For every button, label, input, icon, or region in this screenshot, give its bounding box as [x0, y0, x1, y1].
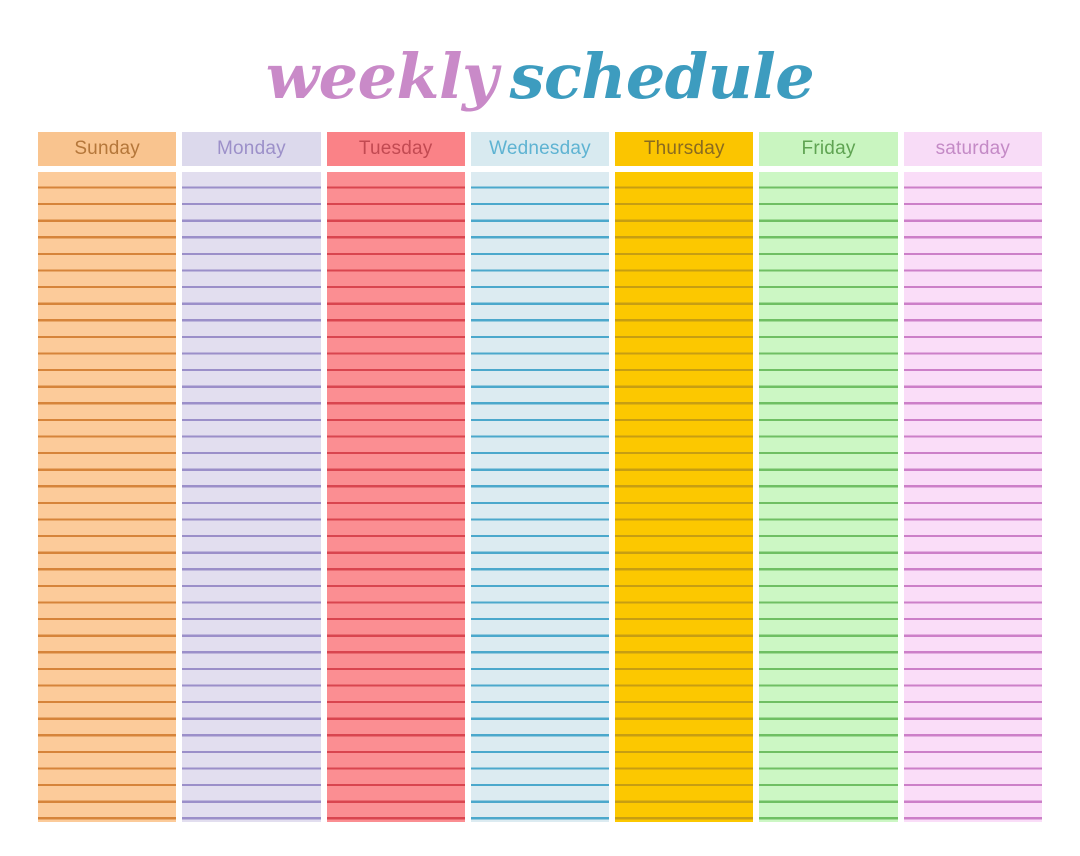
day-header-monday: Monday: [182, 132, 321, 166]
day-header-sunday: Sunday: [38, 132, 177, 166]
day-notes-area-tuesday[interactable]: [326, 172, 465, 822]
day-column-sunday: Sunday: [38, 132, 177, 822]
day-notes-area-thursday[interactable]: [615, 172, 754, 822]
day-column-saturday: saturday: [903, 132, 1042, 822]
page-title-part-one: weekly: [265, 40, 498, 113]
day-header-saturday: saturday: [903, 132, 1042, 166]
day-notes-area-wednesday[interactable]: [470, 172, 610, 822]
day-notes-area-saturday[interactable]: [903, 172, 1042, 822]
day-column-friday: Friday: [759, 132, 898, 822]
page-title-part-two: schedule: [509, 40, 815, 113]
day-column-monday: Monday: [182, 132, 321, 822]
day-column-thursday: Thursday: [615, 132, 754, 822]
day-header-thursday: Thursday: [615, 132, 754, 166]
day-notes-area-sunday[interactable]: [38, 172, 177, 822]
day-notes-area-monday[interactable]: [182, 172, 321, 822]
calendar-grid: Sunday Monday Tuesday Wednesday Thursday…: [38, 132, 1042, 822]
day-notes-area-friday[interactable]: [759, 172, 898, 822]
day-header-wednesday: Wednesday: [470, 132, 610, 166]
day-column-tuesday: Tuesday: [326, 132, 465, 822]
day-column-wednesday: Wednesday: [470, 132, 610, 822]
day-header-tuesday: Tuesday: [326, 132, 465, 166]
weekly-schedule-page: weekly schedule Sunday Monday Tuesday Wed…: [0, 0, 1080, 856]
page-title-text: weekly schedule: [265, 34, 815, 120]
page-title: weekly schedule: [0, 34, 1080, 120]
day-header-friday: Friday: [759, 132, 898, 166]
